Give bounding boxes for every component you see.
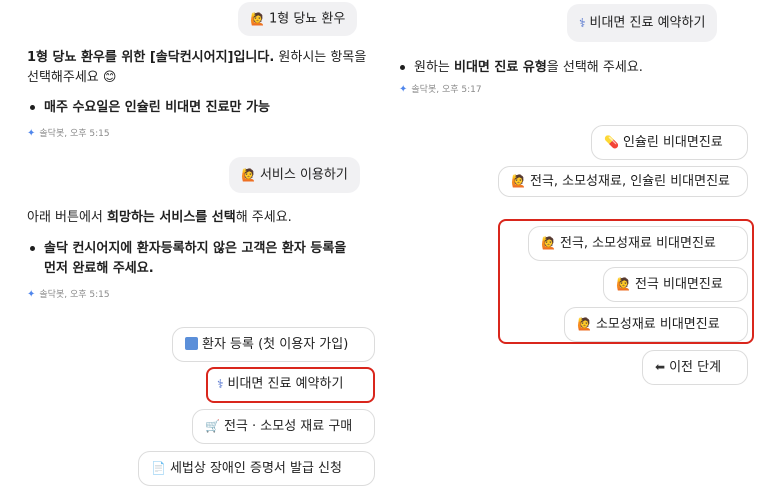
stethoscope-icon: ⚕ — [217, 377, 224, 391]
person-icon: 🙋 — [511, 174, 526, 188]
bot-bullet-type: 원하는 비대면 진료 유형을 선택해 주세요. — [400, 58, 760, 78]
telemed-reserve-button[interactable]: ⚕ 비대면 진료 예약하기 — [209, 370, 372, 400]
bullet-dot — [30, 105, 35, 110]
user-message-text: 1형 당뇨 환우 — [268, 11, 346, 27]
person-icon: 🙋 — [250, 12, 265, 26]
bot-bullet-register: 솔닥 컨시어지에 환자등록하지 않은 고객은 환자 등록을 먼저 완료해 주세요… — [30, 239, 352, 279]
bot-message-bold: 1형 당뇨 환우를 위한 [솔닥컨시어지]입니다. — [27, 50, 275, 65]
electrode-supplies-button[interactable]: 🙋 전극, 소모성재료 비대면진료 — [528, 226, 748, 261]
back-step-button[interactable]: ⬅ 이전 단계 — [642, 350, 748, 385]
cart-icon: 🛒 — [205, 419, 220, 433]
bot-message-select: 아래 버튼에서 희망하는 서비스를 선택해 주세요. — [27, 210, 292, 225]
bot-meta-1: ✦ 솔닥봇, 오후 5:15 — [27, 128, 110, 139]
bot-message-intro: 1형 당뇨 환우를 위한 [솔닥컨시어지]입니다. 원하시는 항목을 선택해주세… — [27, 48, 372, 88]
pill-icon: 💊 — [604, 135, 619, 149]
disability-cert-button[interactable]: 📄 세법상 장애인 증명서 발급 신청 — [138, 451, 375, 486]
supplies-only-button[interactable]: 🙋 소모성재료 비대면진료 — [564, 307, 748, 342]
sparkle-icon: ✦ — [27, 289, 36, 300]
user-message-text: 비대면 진료 예약하기 — [589, 15, 706, 31]
back-icon: ⬅ — [655, 360, 666, 374]
stethoscope-icon: ⚕ — [579, 16, 586, 30]
electrode-purchase-button[interactable]: 🛒 전극 · 소모성 재료 구매 — [192, 409, 375, 444]
person-icon: 🙋 — [241, 168, 256, 182]
bot-meta-2: ✦ 솔닥봇, 오후 5:15 — [27, 289, 110, 300]
monitor-icon — [185, 337, 198, 350]
person-icon: 🙋 — [616, 277, 631, 291]
insulin-telemed-button[interactable]: 💊 인슐린 비대면진료 — [591, 125, 748, 160]
user-message-text: 서비스 이용하기 — [259, 167, 348, 183]
bot-bullet-wednesday: 매주 수요일은 인슐린 비대면 진료만 가능 — [30, 98, 375, 118]
user-message-telemed: ⚕ 비대면 진료 예약하기 — [567, 4, 718, 42]
person-icon: 🙋 — [577, 317, 592, 331]
electrode-supplies-insulin-button[interactable]: 🙋 전극, 소모성재료, 인슐린 비대면진료 — [498, 166, 748, 197]
bot-meta-3: ✦ 솔닥봇, 오후 5:17 — [399, 84, 482, 95]
sparkle-icon: ✦ — [27, 128, 36, 139]
bullet-dot — [30, 246, 35, 251]
user-message-service: 🙋 서비스 이용하기 — [229, 157, 360, 193]
person-icon: 🙋 — [541, 236, 556, 250]
patient-register-button[interactable]: 환자 등록 (첫 이용자 가입) — [172, 327, 375, 362]
electrode-only-button[interactable]: 🙋 전극 비대면진료 — [603, 267, 748, 302]
sparkle-icon: ✦ — [399, 84, 408, 95]
bullet-dot — [400, 65, 405, 70]
document-icon: 📄 — [151, 461, 166, 475]
user-message-type1: 🙋 1형 당뇨 환우 — [238, 2, 358, 36]
